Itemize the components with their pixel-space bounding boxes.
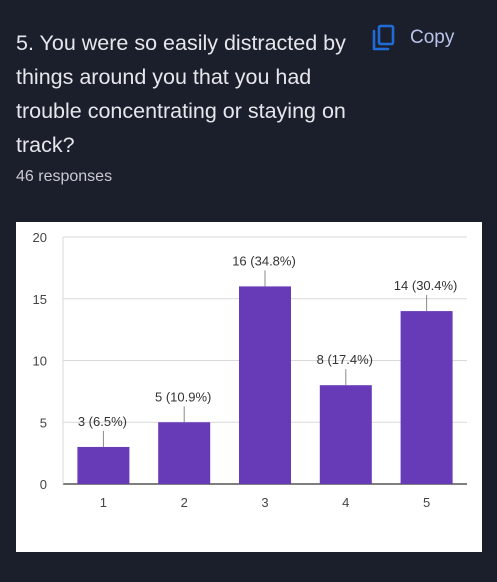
data-label: 3 (6.5%) <box>78 414 127 429</box>
x-tick-label: 2 <box>181 495 188 510</box>
y-tick-label: 20 <box>33 230 47 245</box>
y-tick-label: 0 <box>40 477 47 492</box>
y-tick-label: 15 <box>33 292 47 307</box>
copy-button[interactable]: Copy <box>370 24 454 52</box>
bar <box>319 385 372 484</box>
data-label: 5 (10.9%) <box>155 389 211 404</box>
copy-label: Copy <box>410 27 455 48</box>
question-title: 5. You were so easily distracted by thin… <box>16 31 346 157</box>
response-count: 46 responses <box>16 168 113 185</box>
x-tick-label: 3 <box>261 495 268 510</box>
data-label: 16 (34.8%) <box>232 253 296 268</box>
bar <box>77 446 130 484</box>
x-tick-label: 4 <box>342 495 349 510</box>
bar <box>400 311 453 484</box>
data-label: 8 (17.4%) <box>317 352 373 367</box>
bar-chart: 0 5 10 15 20 3 (6.5%) 1 5 (10.9%) 2 16 (34.8%) 3 8 … <box>33 230 467 510</box>
data-label: 14 (30.4%) <box>394 278 458 293</box>
y-tick-label: 5 <box>40 415 47 430</box>
bar <box>158 422 211 484</box>
x-tick-label: 5 <box>423 495 430 510</box>
chart-card: 0 5 10 15 20 3 (6.5%) 1 5 (10.9%) 2 16 (34.8%) 3 8 … <box>16 222 482 552</box>
copy-icon <box>372 24 395 51</box>
x-tick-label: 1 <box>100 495 107 510</box>
bar <box>239 286 291 484</box>
y-tick-label: 10 <box>33 354 47 369</box>
